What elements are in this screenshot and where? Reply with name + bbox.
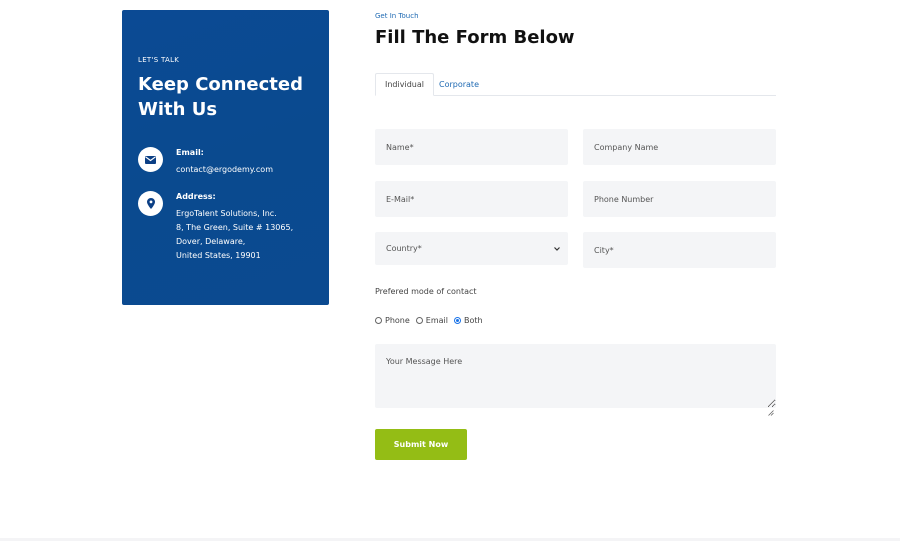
city-input[interactable] <box>583 232 776 268</box>
preferred-contact-radio-group: Phone Email Both <box>375 316 489 325</box>
form-title: Fill The Form Below <box>375 27 575 48</box>
address-line: 8, The Green, Suite # 13065, <box>176 223 294 232</box>
radio-phone[interactable]: Phone <box>375 316 410 325</box>
radio-phone-label: Phone <box>385 316 410 325</box>
email-value[interactable]: contact@ergodemy.com <box>176 163 336 177</box>
radio-both-circle[interactable] <box>453 317 461 324</box>
phone-number-input[interactable] <box>583 181 776 217</box>
chevron-down-icon <box>554 245 560 253</box>
radio-both-label: Both <box>463 316 483 325</box>
radio-email[interactable]: Email <box>415 316 448 325</box>
company-name-input[interactable] <box>583 129 776 165</box>
radio-both[interactable]: Both <box>453 316 483 325</box>
map-pin-icon <box>138 191 163 216</box>
name-input[interactable] <box>375 129 568 165</box>
card-headline: Keep Connected With Us <box>138 74 303 120</box>
contact-card: LET'S TALK Keep Connected With Us Email:… <box>122 10 329 305</box>
tab-individual[interactable]: Individual <box>375 73 434 96</box>
radio-email-label: Email <box>425 316 448 325</box>
form-tabs: Individual Corporate <box>375 73 776 96</box>
form-eyebrow: Get In Touch <box>375 12 419 20</box>
radio-email-circle[interactable] <box>415 317 423 324</box>
email-input[interactable] <box>375 181 568 217</box>
address-line: ErgoTalent Solutions, Inc. <box>176 209 277 218</box>
card-eyebrow: LET'S TALK <box>138 56 180 64</box>
radio-phone-circle[interactable] <box>375 317 382 324</box>
envelope-icon <box>138 147 163 172</box>
preferred-contact-label: Prefered mode of contact <box>375 287 477 296</box>
email-label: Email: <box>176 148 204 157</box>
message-textarea[interactable] <box>375 344 776 408</box>
country-select-value: Country* <box>386 244 422 253</box>
address-label: Address: <box>176 192 216 201</box>
address-line: United States, 19901 <box>176 251 261 260</box>
submit-button[interactable]: Submit Now <box>375 429 467 460</box>
tab-corporate[interactable]: Corporate <box>430 73 488 96</box>
resize-grip-icon[interactable] <box>768 401 774 416</box>
country-select[interactable]: Country* <box>375 232 568 265</box>
address-line: Dover, Delaware, <box>176 237 246 246</box>
